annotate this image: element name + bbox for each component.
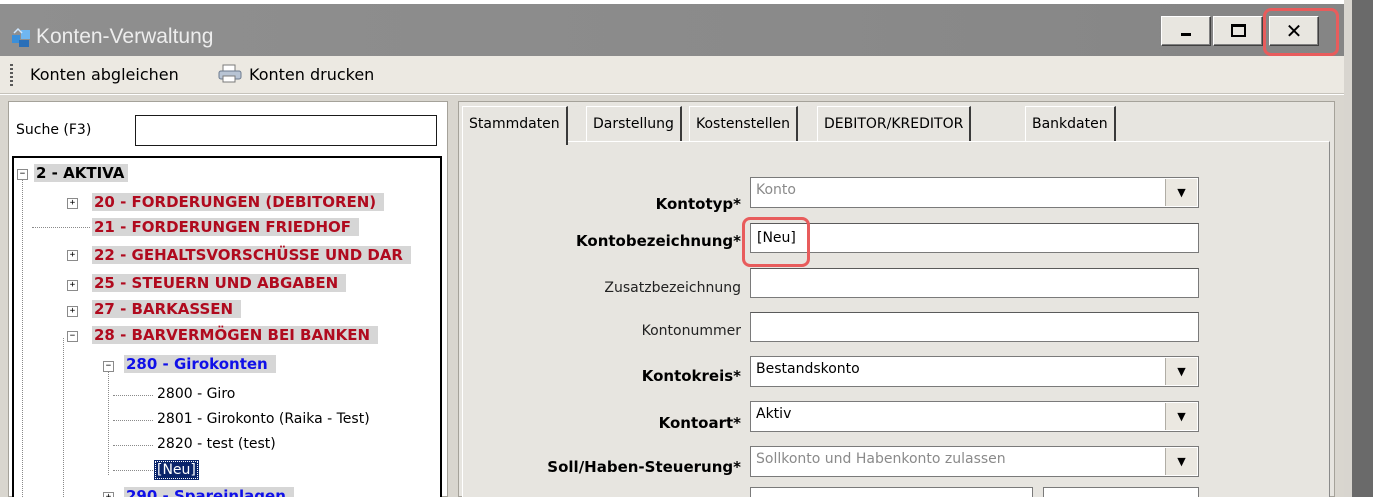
- kontokreis-value: Bestandskonto: [756, 361, 860, 377]
- print-accounts-button[interactable]: Konten drucken: [249, 65, 374, 84]
- tree-node-group[interactable]: 25 - STEUERN UND ABGABEN: [92, 274, 347, 292]
- tree-line: [113, 395, 153, 396]
- konten-verwaltung-window: Konten-Verwaltung ✕ Konten abgleichen Ko…: [0, 0, 1373, 497]
- name-field-annotation: [742, 217, 810, 267]
- tree-node-group[interactable]: 28 - BARVERMÖGEN BEI BANKEN: [92, 326, 379, 344]
- kontonummer-input[interactable]: [750, 312, 1199, 342]
- sync-accounts-button[interactable]: Konten abgleichen: [30, 65, 179, 84]
- window-title: Konten-Verwaltung: [36, 25, 214, 48]
- kontoart-value: Aktiv: [756, 406, 792, 422]
- tree-node-group[interactable]: 22 - GEHALTSVORSCHÜSSE UND DAR: [92, 246, 411, 264]
- expand-toggle[interactable]: +: [103, 492, 114, 497]
- maximize-button[interactable]: [1213, 16, 1263, 46]
- tab-darstellung[interactable]: Darstellung: [586, 106, 682, 141]
- tab-kostenstellen[interactable]: Kostenstellen: [689, 106, 798, 141]
- account-tree[interactable]: − 2 - AKTIVA + 20 - FORDERUNGEN (DEBITOR…: [12, 156, 442, 497]
- tree-line: [113, 445, 153, 446]
- window-frame-right: [1344, 0, 1352, 497]
- chevron-down-icon[interactable]: ▼: [1165, 403, 1197, 430]
- tree-node-account[interactable]: 2820 - test (test): [157, 436, 276, 452]
- kontokreis-select[interactable]: Bestandskonto ▼: [750, 356, 1199, 387]
- chevron-down-icon[interactable]: ▼: [1165, 179, 1197, 206]
- tree-line: [113, 470, 153, 471]
- chevron-down-icon[interactable]: ▼: [1165, 448, 1197, 475]
- zusatzbezeichnung-input[interactable]: [750, 268, 1199, 298]
- tree-node-subgroup[interactable]: 280 - Girokonten: [124, 355, 276, 373]
- collapse-toggle[interactable]: −: [17, 169, 28, 180]
- tab-debitor-kreditor[interactable]: DEBITOR/KREDITOR: [817, 106, 972, 141]
- kontokreis-label: Kontokreis*: [641, 367, 741, 385]
- zusatzbezeichnung-label: Zusatzbezeichnung: [604, 280, 741, 296]
- kontonummer-label: Kontonummer: [641, 323, 741, 339]
- chevron-down-icon[interactable]: ▼: [1165, 358, 1197, 385]
- expand-toggle[interactable]: +: [67, 250, 78, 261]
- kontotyp-label: Kontotyp*: [655, 195, 741, 213]
- tree-line: [32, 227, 90, 228]
- tree-node-group[interactable]: 21 - FORDERUNGEN FRIEDHOF: [92, 218, 360, 236]
- kontotyp-value: Konto: [756, 182, 796, 198]
- expand-toggle[interactable]: +: [67, 280, 78, 291]
- kontoart-label: Kontoart*: [658, 414, 741, 432]
- tree-node-group[interactable]: 27 - BARKASSEN: [92, 300, 242, 318]
- tree-line: [108, 363, 109, 475]
- accounts-icon: [12, 27, 30, 47]
- expand-toggle[interactable]: +: [67, 306, 78, 317]
- search-label: Suche (F3): [16, 122, 92, 138]
- tree-node-account[interactable]: 2800 - Giro: [157, 386, 235, 402]
- tree-node-group[interactable]: 20 - FORDERUNGEN (DEBITOREN): [92, 193, 385, 211]
- tree-node-subgroup[interactable]: 290 - Spareinlagen: [124, 487, 294, 497]
- title-bar[interactable]: Konten-Verwaltung: [0, 4, 1344, 56]
- kontotyp-select[interactable]: Konto ▼: [750, 177, 1199, 208]
- printer-icon: [218, 64, 242, 83]
- tree-line: [113, 420, 153, 421]
- sollhaben-label: Soll/Haben-Steuerung*: [547, 458, 741, 476]
- tab-bankdaten[interactable]: Bankdaten: [1025, 106, 1116, 141]
- minimize-button[interactable]: [1161, 16, 1211, 46]
- kontobezeichnung-input[interactable]: [750, 223, 1199, 253]
- toolbar: Konten abgleichen Konten drucken: [0, 56, 1344, 94]
- toolbar-grip[interactable]: [10, 64, 13, 86]
- sollhaben-select[interactable]: Sollkonto und Habenkonto zulassen ▼: [750, 446, 1199, 477]
- minimize-icon: [1181, 33, 1191, 36]
- expand-toggle[interactable]: +: [67, 198, 78, 209]
- next-field-partial[interactable]: [750, 487, 1033, 497]
- tree-node-selected[interactable]: [Neu]: [154, 460, 199, 480]
- desktop-background: [1352, 0, 1373, 497]
- sollhaben-value: Sollkonto und Habenkonto zulassen: [756, 451, 1006, 467]
- kontobezeichnung-label: Kontobezeichnung*: [576, 232, 741, 250]
- kontoart-select[interactable]: Aktiv ▼: [750, 401, 1199, 432]
- tree-node-root[interactable]: 2 - AKTIVA: [34, 164, 129, 182]
- collapse-toggle[interactable]: −: [67, 331, 78, 342]
- tree-line: [22, 175, 23, 497]
- tree-node-account[interactable]: 2801 - Girokonto (Raika - Test): [157, 411, 370, 427]
- maximize-icon: [1230, 24, 1246, 37]
- next-field-partial[interactable]: [1043, 487, 1199, 497]
- search-input[interactable]: [135, 115, 437, 146]
- close-button-annotation: [1263, 8, 1339, 56]
- tree-line: [63, 338, 64, 497]
- collapse-toggle[interactable]: −: [103, 361, 114, 372]
- tab-stammdaten[interactable]: Stammdaten: [462, 106, 568, 145]
